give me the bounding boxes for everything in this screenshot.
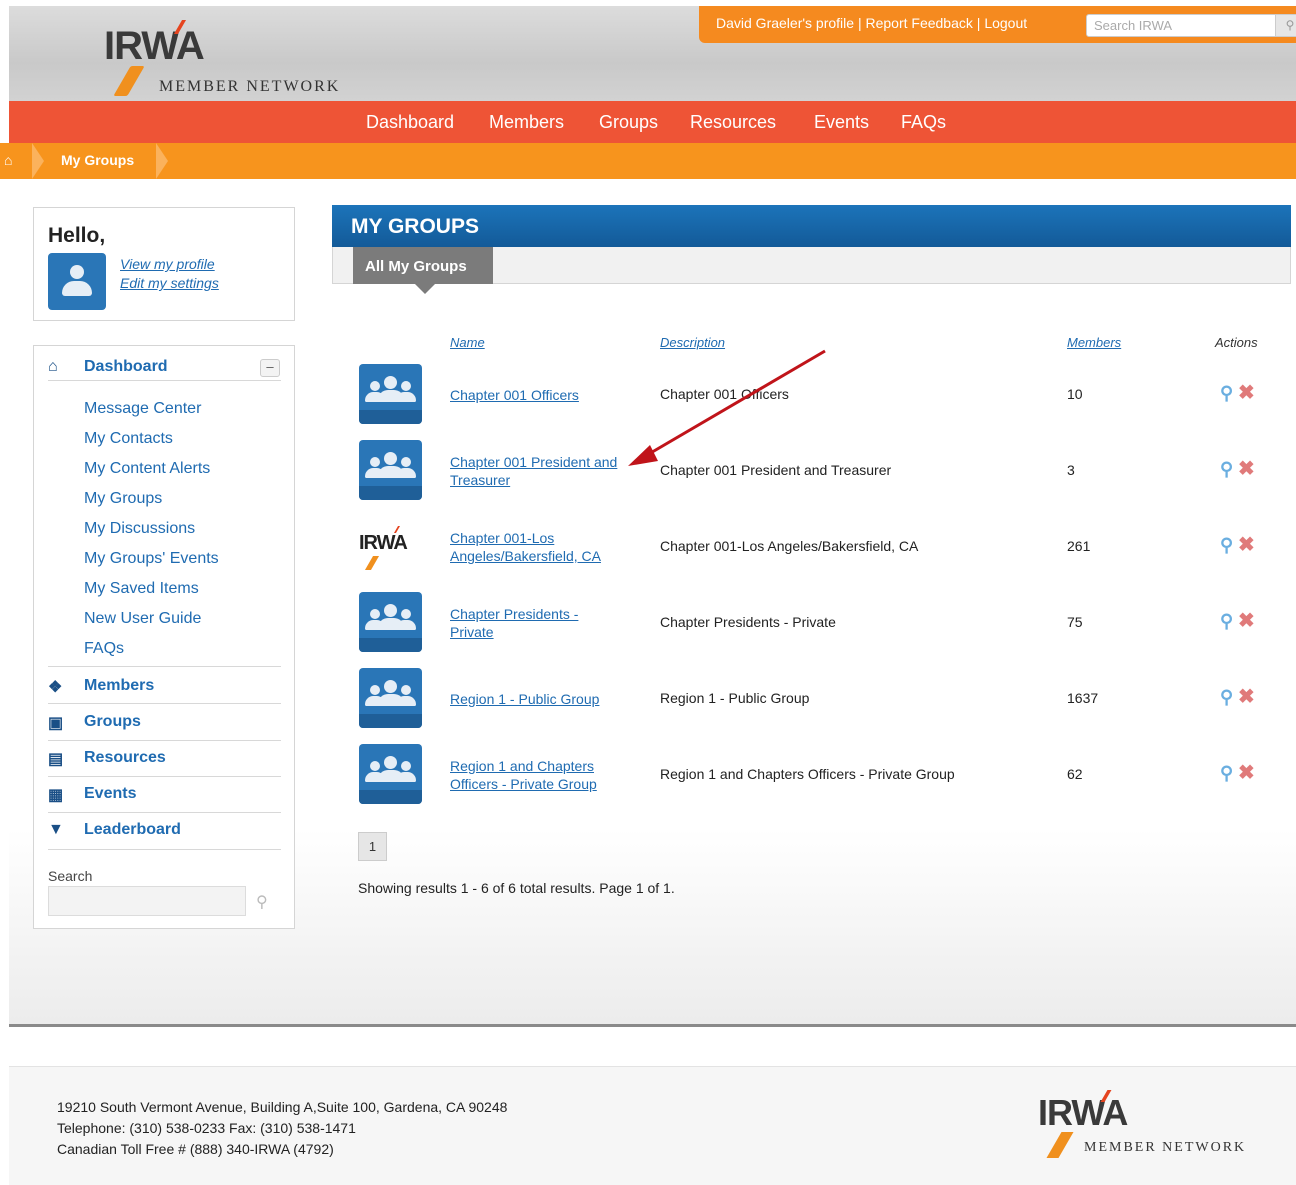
group-members-count: 261 bbox=[1067, 538, 1091, 554]
view-icon[interactable]: ⚲ bbox=[1220, 459, 1233, 480]
group-members-count: 3 bbox=[1067, 462, 1075, 478]
home-icon[interactable]: ⌂ bbox=[4, 152, 12, 168]
sidebar-item-my-groups-events[interactable]: My Groups' Events bbox=[84, 550, 219, 568]
nav-resources[interactable]: Resources bbox=[690, 112, 776, 133]
view-profile-link[interactable]: View my profile bbox=[120, 256, 215, 272]
irwa-logo-icon[interactable]: IRWA bbox=[359, 520, 422, 580]
user-toolbar: David Graeler's profile | Report Feedbac… bbox=[699, 6, 1296, 43]
nav-dashboard[interactable]: Dashboard bbox=[366, 112, 454, 133]
sidebar-item-my-content-alerts[interactable]: My Content Alerts bbox=[84, 460, 210, 478]
main-nav: Dashboard Members Groups Resources Event… bbox=[9, 101, 1296, 143]
panel-header: MY GROUPS bbox=[332, 205, 1291, 247]
profile-link[interactable]: David Graeler's profile bbox=[716, 15, 854, 31]
trophy-icon: ▼ bbox=[48, 821, 64, 838]
sidebar-item-my-saved-items[interactable]: My Saved Items bbox=[84, 580, 199, 598]
page-title: MY GROUPS bbox=[351, 215, 479, 238]
report-feedback-link[interactable]: Report Feedback bbox=[865, 15, 972, 31]
page-button[interactable]: 1 bbox=[358, 832, 387, 861]
group-name-link[interactable]: Region 1 - Public Group bbox=[450, 690, 650, 708]
home-icon: ⌂ bbox=[48, 358, 58, 375]
delete-icon[interactable]: ✖ bbox=[1238, 684, 1255, 709]
view-icon[interactable]: ⚲ bbox=[1220, 383, 1233, 404]
tab-bar: All My Groups bbox=[332, 247, 1291, 294]
delete-icon[interactable]: ✖ bbox=[1238, 608, 1255, 633]
annotation-arrow bbox=[628, 349, 826, 466]
footer-address: 19210 South Vermont Avenue, Building A,S… bbox=[57, 1099, 508, 1115]
group-description: Region 1 - Public Group bbox=[660, 690, 810, 706]
sidebar-dashboard[interactable]: ⌂ Dashboard bbox=[48, 358, 168, 376]
sidebar-search-input[interactable] bbox=[48, 886, 246, 916]
logout-link[interactable]: Logout bbox=[984, 15, 1027, 31]
edit-settings-link[interactable]: Edit my settings bbox=[120, 275, 219, 291]
group-members-count: 10 bbox=[1067, 386, 1083, 402]
avatar[interactable] bbox=[48, 253, 106, 310]
group-description: Region 1 and Chapters Officers - Private… bbox=[660, 766, 955, 782]
delete-icon[interactable]: ✖ bbox=[1238, 760, 1255, 785]
nav-groups[interactable]: Groups bbox=[599, 112, 658, 133]
column-members[interactable]: Members bbox=[1067, 335, 1121, 350]
sidebar-search-label: Search bbox=[48, 868, 93, 884]
site-search-input[interactable]: Search IRWA bbox=[1086, 14, 1286, 37]
sidebar-item-new-user-guide[interactable]: New User Guide bbox=[84, 610, 201, 628]
group-icon[interactable] bbox=[359, 592, 422, 652]
footer-phone: Telephone: (310) 538-0233 Fax: (310) 538… bbox=[57, 1120, 356, 1136]
sidebar-resources[interactable]: ▤ Resources bbox=[48, 749, 166, 769]
sidebar-leaderboard[interactable]: ▼ Leaderboard bbox=[48, 821, 181, 839]
group-name-link[interactable]: Region 1 and Chapters Officers - Private … bbox=[450, 757, 650, 793]
delete-icon[interactable]: ✖ bbox=[1238, 532, 1255, 557]
group-members-count: 1637 bbox=[1067, 690, 1099, 706]
group-name-link[interactable]: Chapter Presidents - Private bbox=[450, 605, 650, 641]
group-icon[interactable] bbox=[359, 668, 422, 728]
group-description: Chapter Presidents - Private bbox=[660, 614, 836, 630]
view-icon[interactable]: ⚲ bbox=[1220, 611, 1233, 632]
groups-icon: ▣ bbox=[48, 715, 64, 732]
document-icon: ▤ bbox=[48, 751, 64, 768]
calendar-icon: ▦ bbox=[48, 787, 64, 804]
greeting: Hello, bbox=[48, 224, 106, 247]
group-icon[interactable] bbox=[359, 364, 422, 424]
irwa-logo[interactable]: IRWA MEMBER NETWORK bbox=[104, 20, 384, 100]
view-icon[interactable]: ⚲ bbox=[1220, 535, 1233, 556]
hello-box: Hello, View my profile Edit my settings bbox=[33, 207, 295, 321]
view-icon[interactable]: ⚲ bbox=[1220, 687, 1233, 708]
group-name-link[interactable]: Chapter 001-Los Angeles/Bakersfield, CA bbox=[450, 529, 650, 565]
nav-faqs[interactable]: FAQs bbox=[901, 112, 946, 133]
sidebar-members[interactable]: ❖ Members bbox=[48, 677, 154, 697]
sidebar-item-faqs[interactable]: FAQs bbox=[84, 640, 124, 658]
column-name[interactable]: Name bbox=[450, 335, 485, 350]
group-icon[interactable] bbox=[359, 440, 422, 500]
sidebar-item-my-groups[interactable]: My Groups bbox=[84, 490, 162, 508]
sidebar-nav: ⌂ Dashboard – Message Center My Contacts … bbox=[33, 345, 295, 929]
footer-tollfree: Canadian Toll Free # (888) 340-IRWA (479… bbox=[57, 1141, 334, 1157]
delete-icon[interactable]: ✖ bbox=[1238, 380, 1255, 405]
members-icon: ❖ bbox=[48, 679, 63, 696]
sidebar-item-message-center[interactable]: Message Center bbox=[84, 400, 201, 418]
nav-events[interactable]: Events bbox=[814, 112, 869, 133]
sidebar-item-my-discussions[interactable]: My Discussions bbox=[84, 520, 195, 538]
group-description: Chapter 001-Los Angeles/Bakersfield, CA bbox=[660, 538, 919, 554]
group-icon[interactable] bbox=[359, 744, 422, 804]
nav-members[interactable]: Members bbox=[489, 112, 564, 133]
search-icon[interactable]: ⚲ bbox=[1275, 14, 1296, 37]
delete-icon[interactable]: ✖ bbox=[1238, 456, 1255, 481]
tab-all-my-groups[interactable]: All My Groups bbox=[353, 247, 493, 284]
collapse-button[interactable]: – bbox=[260, 359, 280, 377]
group-members-count: 75 bbox=[1067, 614, 1083, 630]
sidebar-events[interactable]: ▦ Events bbox=[48, 785, 136, 805]
results-summary: Showing results 1 - 6 of 6 total results… bbox=[358, 880, 675, 896]
sidebar-item-my-contacts[interactable]: My Contacts bbox=[84, 430, 173, 448]
search-icon[interactable]: ⚲ bbox=[256, 892, 268, 912]
breadcrumb: ⌂ My Groups bbox=[0, 143, 1296, 179]
breadcrumb-current[interactable]: My Groups bbox=[61, 152, 134, 168]
column-actions: Actions bbox=[1215, 335, 1258, 350]
header-bar: IRWA MEMBER NETWORK David Graeler's prof… bbox=[9, 6, 1296, 101]
footer-logo[interactable]: IRWA MEMBER NETWORK bbox=[1038, 1090, 1288, 1162]
group-members-count: 62 bbox=[1067, 766, 1083, 782]
sidebar-groups[interactable]: ▣ Groups bbox=[48, 713, 141, 733]
view-icon[interactable]: ⚲ bbox=[1220, 763, 1233, 784]
